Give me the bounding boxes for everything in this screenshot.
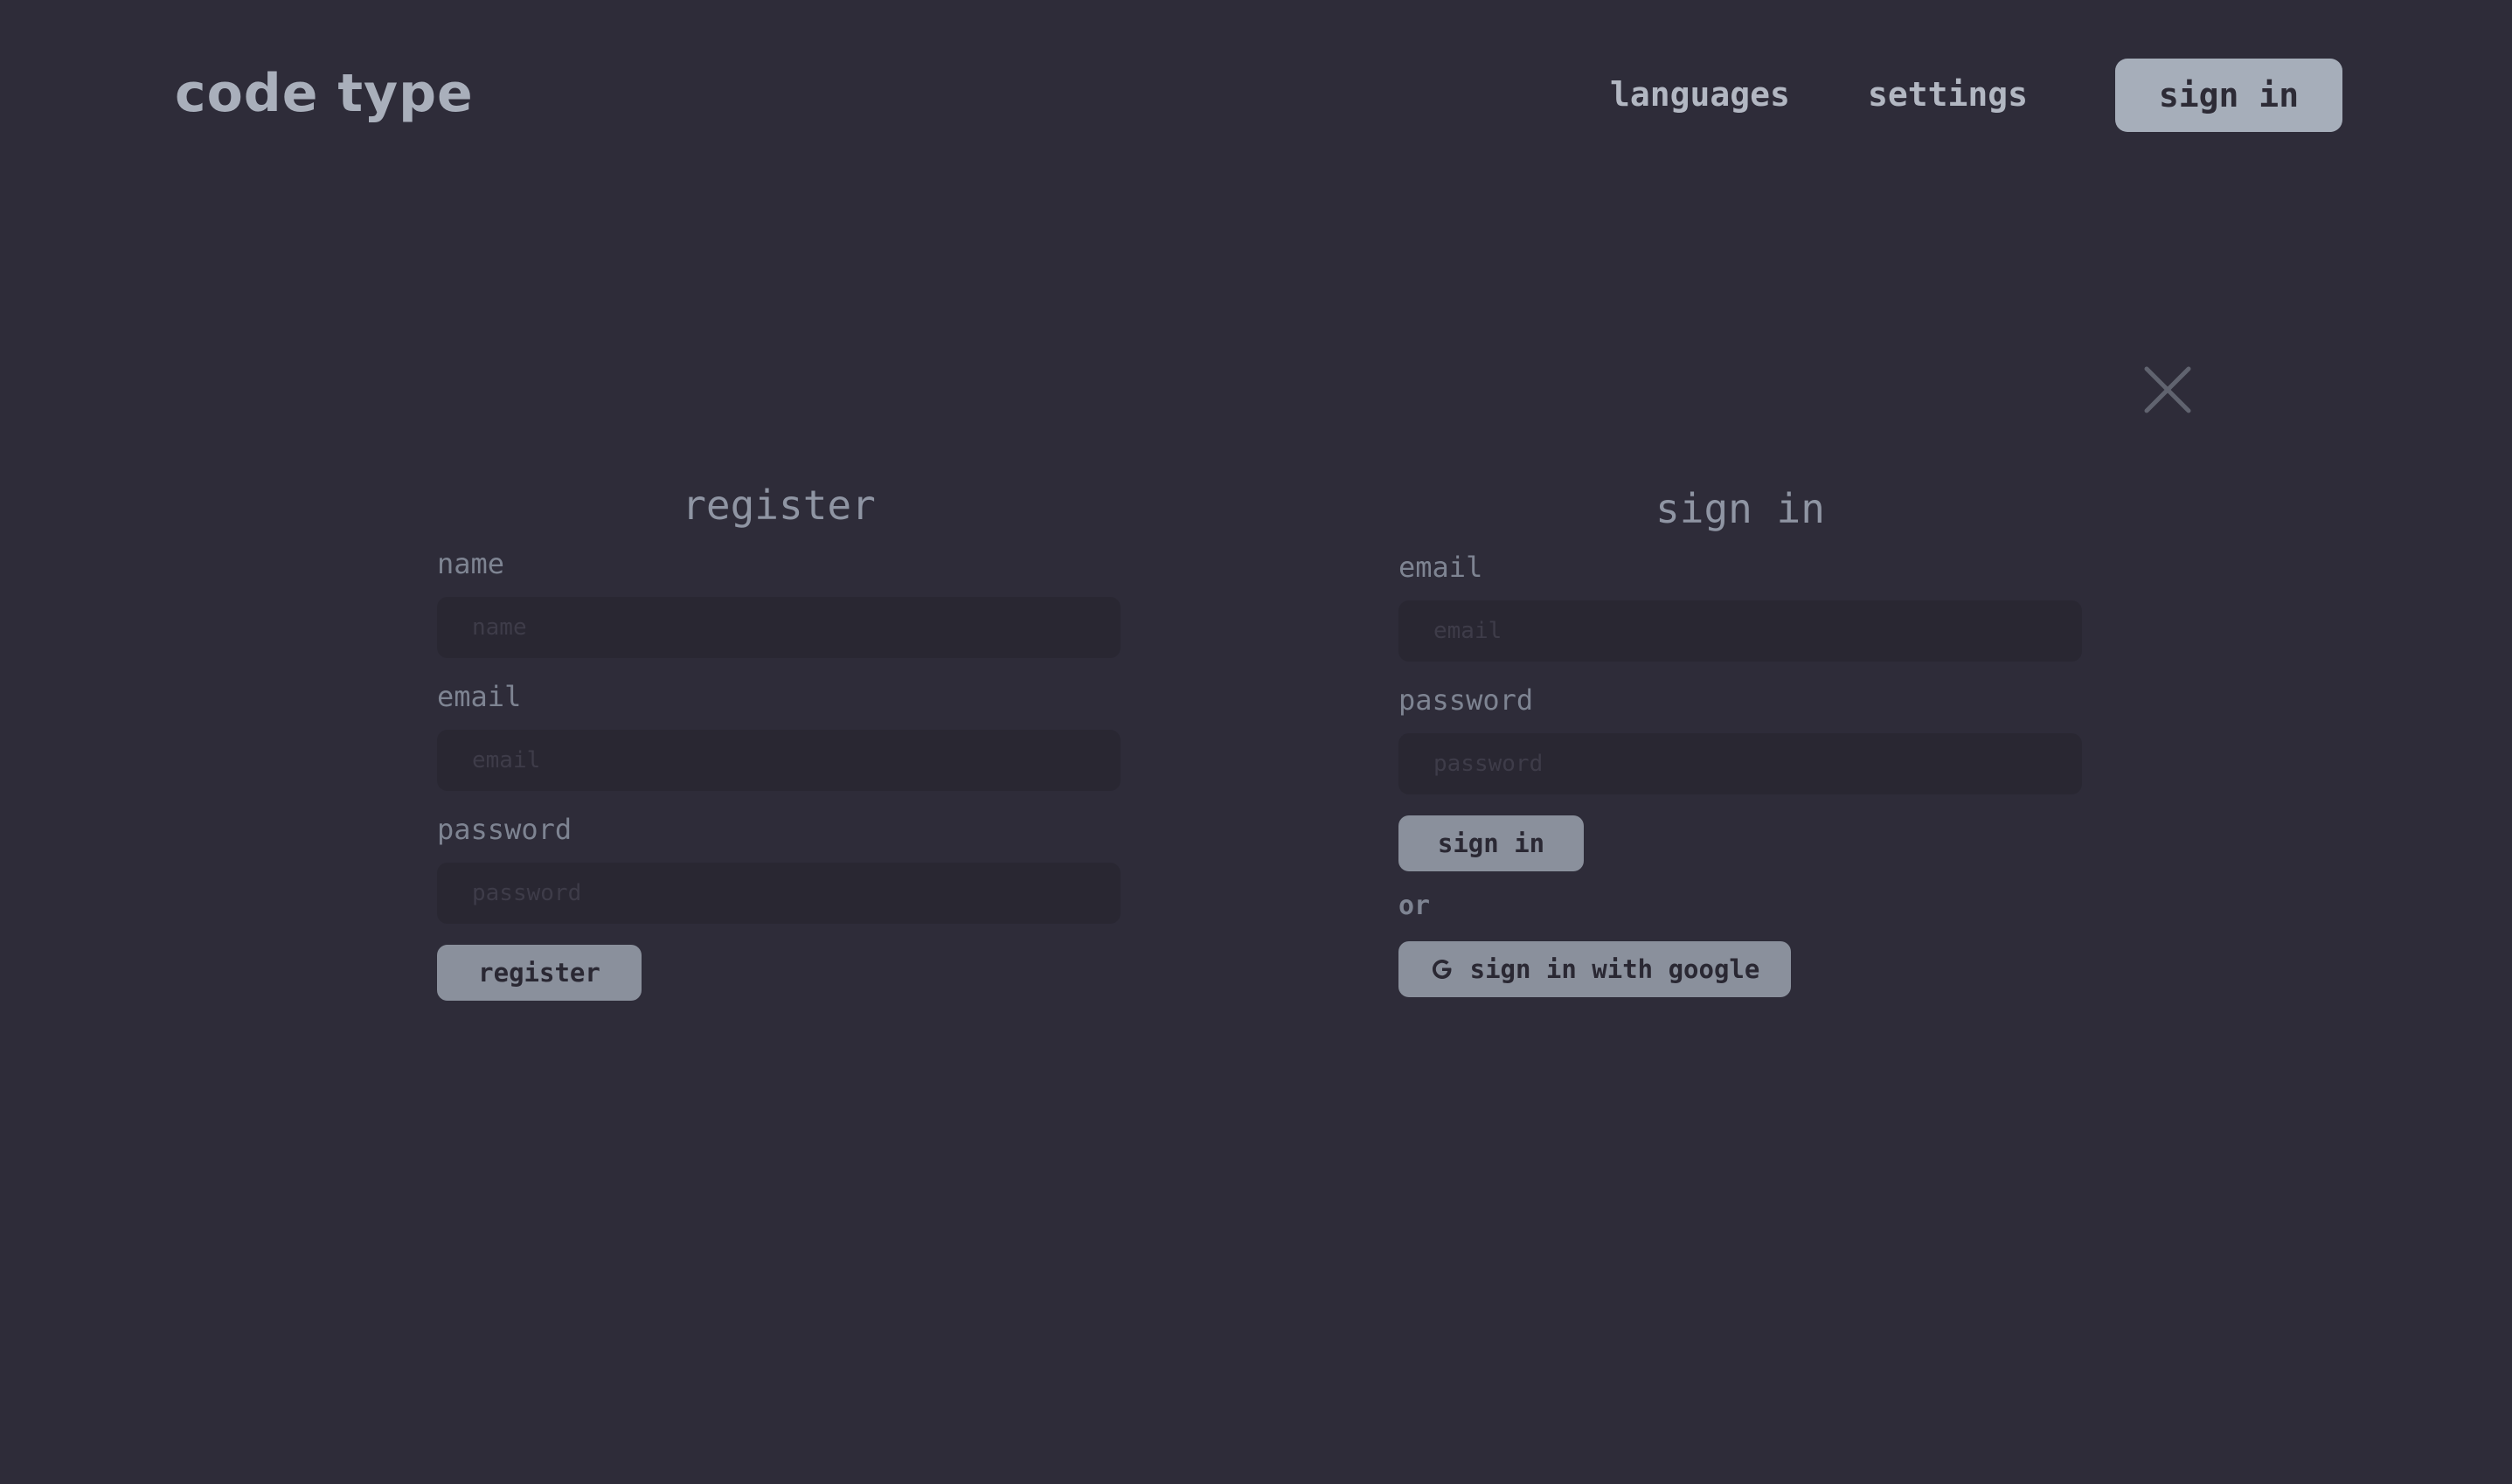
app-logo[interactable]: code type [175, 63, 474, 124]
sign-in-with-google-button[interactable]: sign in with google [1398, 941, 1791, 997]
header-sign-in-button[interactable]: sign in [2115, 59, 2342, 132]
register-title: register [682, 482, 876, 529]
register-form: register name email password register [437, 476, 1121, 1001]
register-email-label: email [437, 680, 522, 713]
nav-languages-link[interactable]: languages [1610, 75, 1790, 114]
sign-in-password-input[interactable] [1398, 733, 2082, 794]
or-divider-text: or [1398, 891, 1431, 921]
register-password-input[interactable] [437, 863, 1121, 924]
nav-settings-link[interactable]: settings [1868, 75, 2028, 114]
register-name-label: name [437, 547, 505, 580]
sign-in-email-input[interactable] [1398, 600, 2082, 662]
close-icon [2144, 366, 2191, 413]
register-name-input[interactable] [437, 597, 1121, 658]
sign-in-password-label: password [1398, 683, 1534, 717]
google-icon [1430, 957, 1454, 981]
register-password-label: password [437, 813, 572, 846]
register-email-input[interactable] [437, 730, 1121, 791]
register-button[interactable]: register [437, 945, 642, 1001]
close-button[interactable] [2143, 365, 2192, 414]
sign-in-form: sign in email password sign in or sign i… [1398, 480, 2082, 997]
sign-in-title: sign in [1655, 485, 1825, 532]
sign-in-button[interactable]: sign in [1398, 815, 1584, 871]
sign-in-email-label: email [1398, 551, 1483, 584]
sign-in-with-google-label: sign in with google [1469, 954, 1760, 984]
